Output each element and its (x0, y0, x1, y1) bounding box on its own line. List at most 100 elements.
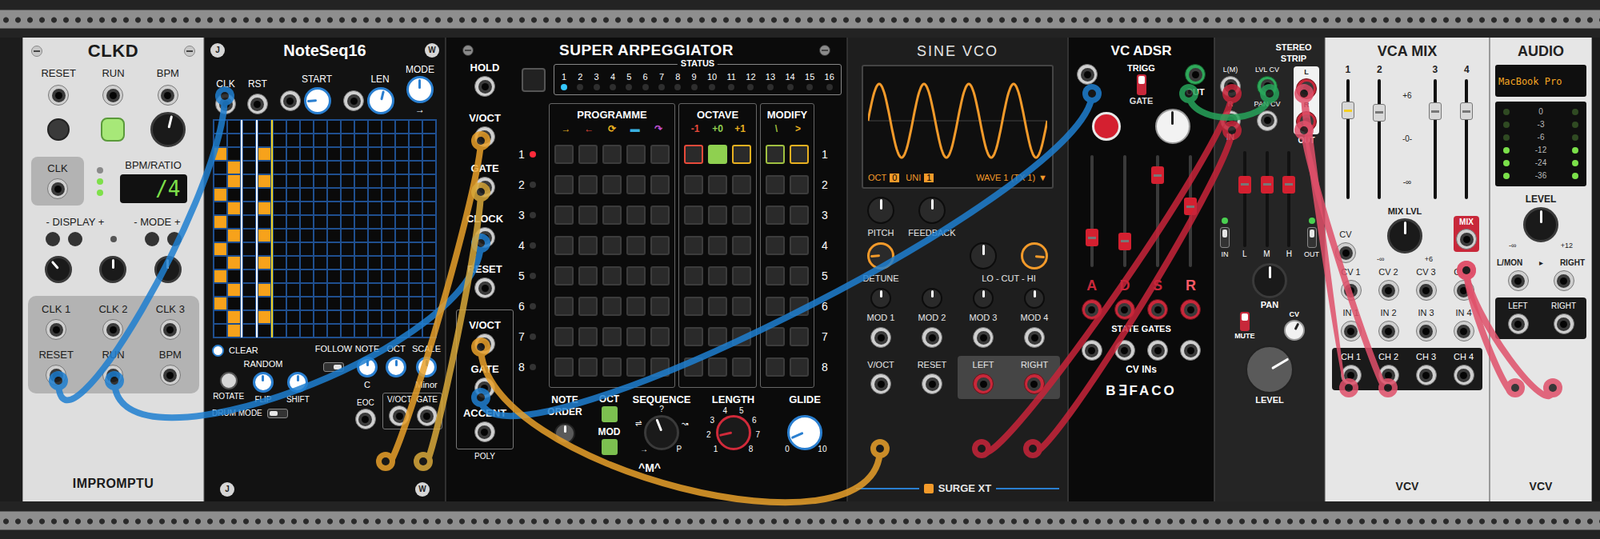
step-button[interactable] (626, 175, 646, 195)
grid-cell[interactable] (327, 310, 341, 324)
grid-cell[interactable] (313, 120, 328, 134)
grid-cell[interactable] (213, 133, 228, 148)
step-button[interactable] (765, 236, 785, 256)
jack[interactable] (1180, 299, 1201, 320)
feedback-knob[interactable] (918, 196, 946, 224)
step-button[interactable] (732, 205, 752, 225)
jack[interactable] (474, 421, 496, 443)
jack[interactable] (1453, 280, 1475, 301)
grid-cell[interactable] (381, 147, 396, 161)
step-button[interactable] (789, 205, 809, 225)
mode-switch[interactable] (1136, 74, 1147, 96)
step-button[interactable] (789, 266, 809, 286)
grid-cell[interactable] (242, 242, 256, 256)
grid-cell[interactable] (257, 147, 272, 161)
grid-cell[interactable] (300, 147, 314, 161)
jack[interactable] (1378, 364, 1400, 386)
step-button[interactable] (684, 236, 704, 256)
grid-cell[interactable] (422, 283, 436, 297)
grid-cell[interactable] (227, 174, 241, 188)
eq-in-switch[interactable] (1220, 227, 1230, 248)
stage-fader[interactable] (1150, 155, 1165, 268)
step-button[interactable] (684, 266, 704, 286)
jack[interactable] (1340, 364, 1362, 386)
step-button[interactable] (765, 175, 785, 195)
grid-cell[interactable] (381, 174, 396, 188)
patch-cable[interactable] (104, 233, 491, 418)
step-button[interactable] (602, 236, 622, 256)
patch-cable[interactable] (1023, 120, 1242, 459)
grid-cell[interactable] (381, 256, 396, 270)
grid-cell[interactable] (368, 324, 382, 338)
knob[interactable] (406, 76, 434, 104)
grid-cell[interactable] (340, 269, 355, 284)
grid-cell[interactable] (368, 133, 382, 148)
grid-cell[interactable] (327, 120, 341, 134)
grid-cell[interactable] (368, 310, 382, 324)
grid-cell[interactable] (422, 215, 436, 229)
grid-cell[interactable] (286, 242, 300, 256)
device-display[interactable]: MacBook Pro (1495, 64, 1587, 97)
grid-cell[interactable] (227, 215, 241, 229)
step-button[interactable] (684, 144, 704, 164)
jack[interactable] (921, 327, 943, 348)
jack[interactable] (1024, 373, 1045, 395)
grid-cell[interactable] (408, 242, 423, 256)
knob[interactable] (356, 356, 378, 378)
grid-cell[interactable] (300, 269, 314, 284)
eq-fader[interactable] (1237, 151, 1252, 248)
grid-cell[interactable] (368, 147, 382, 161)
grid-cell[interactable] (242, 296, 256, 311)
jack[interactable] (416, 405, 438, 427)
step-button[interactable] (554, 357, 574, 377)
grid-cell[interactable] (213, 256, 228, 270)
grid-cell[interactable] (340, 188, 355, 202)
grid-cell[interactable] (272, 188, 287, 202)
grid-cell[interactable] (408, 160, 423, 175)
step-button[interactable] (602, 357, 622, 377)
grid-cell[interactable] (313, 228, 328, 243)
grid-cell[interactable] (422, 269, 436, 284)
grid-cell[interactable] (213, 242, 228, 256)
grid-cell[interactable] (242, 188, 256, 202)
grid-cell[interactable] (272, 160, 287, 175)
grid-cell[interactable] (408, 215, 423, 229)
step-button[interactable] (708, 296, 728, 316)
grid-cell[interactable] (381, 160, 396, 175)
grid-cell[interactable] (227, 120, 241, 134)
grid-cell[interactable] (395, 120, 409, 134)
jack[interactable] (1340, 280, 1362, 301)
grid-cell[interactable] (395, 160, 409, 175)
step-button[interactable] (626, 357, 646, 377)
jack[interactable] (1416, 320, 1437, 342)
grid-cell[interactable] (300, 201, 314, 216)
grid-cell[interactable] (286, 188, 300, 202)
patch-cable[interactable] (1456, 260, 1563, 398)
drum-mode-switch[interactable] (267, 408, 288, 419)
step-button[interactable] (578, 205, 598, 225)
grid-cell[interactable] (354, 324, 368, 338)
grid-cell[interactable] (422, 188, 436, 202)
step-button[interactable] (626, 296, 646, 316)
sequence-grid[interactable] (212, 119, 437, 339)
step-button[interactable] (765, 327, 785, 347)
grid-cell[interactable] (354, 296, 368, 311)
grid-cell[interactable] (354, 242, 368, 256)
grid-cell[interactable] (368, 296, 382, 311)
grid-cell[interactable] (408, 133, 423, 148)
patch-cable[interactable] (413, 182, 491, 472)
grid-cell[interactable] (257, 324, 272, 338)
grid-cell[interactable] (340, 133, 355, 148)
step-button[interactable] (732, 357, 752, 377)
mix-level-knob[interactable] (1387, 218, 1423, 254)
grid-cell[interactable] (327, 147, 341, 161)
jack[interactable] (1553, 270, 1575, 292)
knob[interactable] (304, 87, 332, 115)
grid-cell[interactable] (227, 228, 241, 243)
grid-cell[interactable] (313, 174, 328, 188)
oct-value[interactable]: 0 (889, 173, 900, 183)
grid-cell[interactable] (340, 160, 355, 175)
grid-cell[interactable] (354, 201, 368, 216)
grid-cell[interactable] (408, 228, 423, 243)
grid-cell[interactable] (340, 228, 355, 243)
